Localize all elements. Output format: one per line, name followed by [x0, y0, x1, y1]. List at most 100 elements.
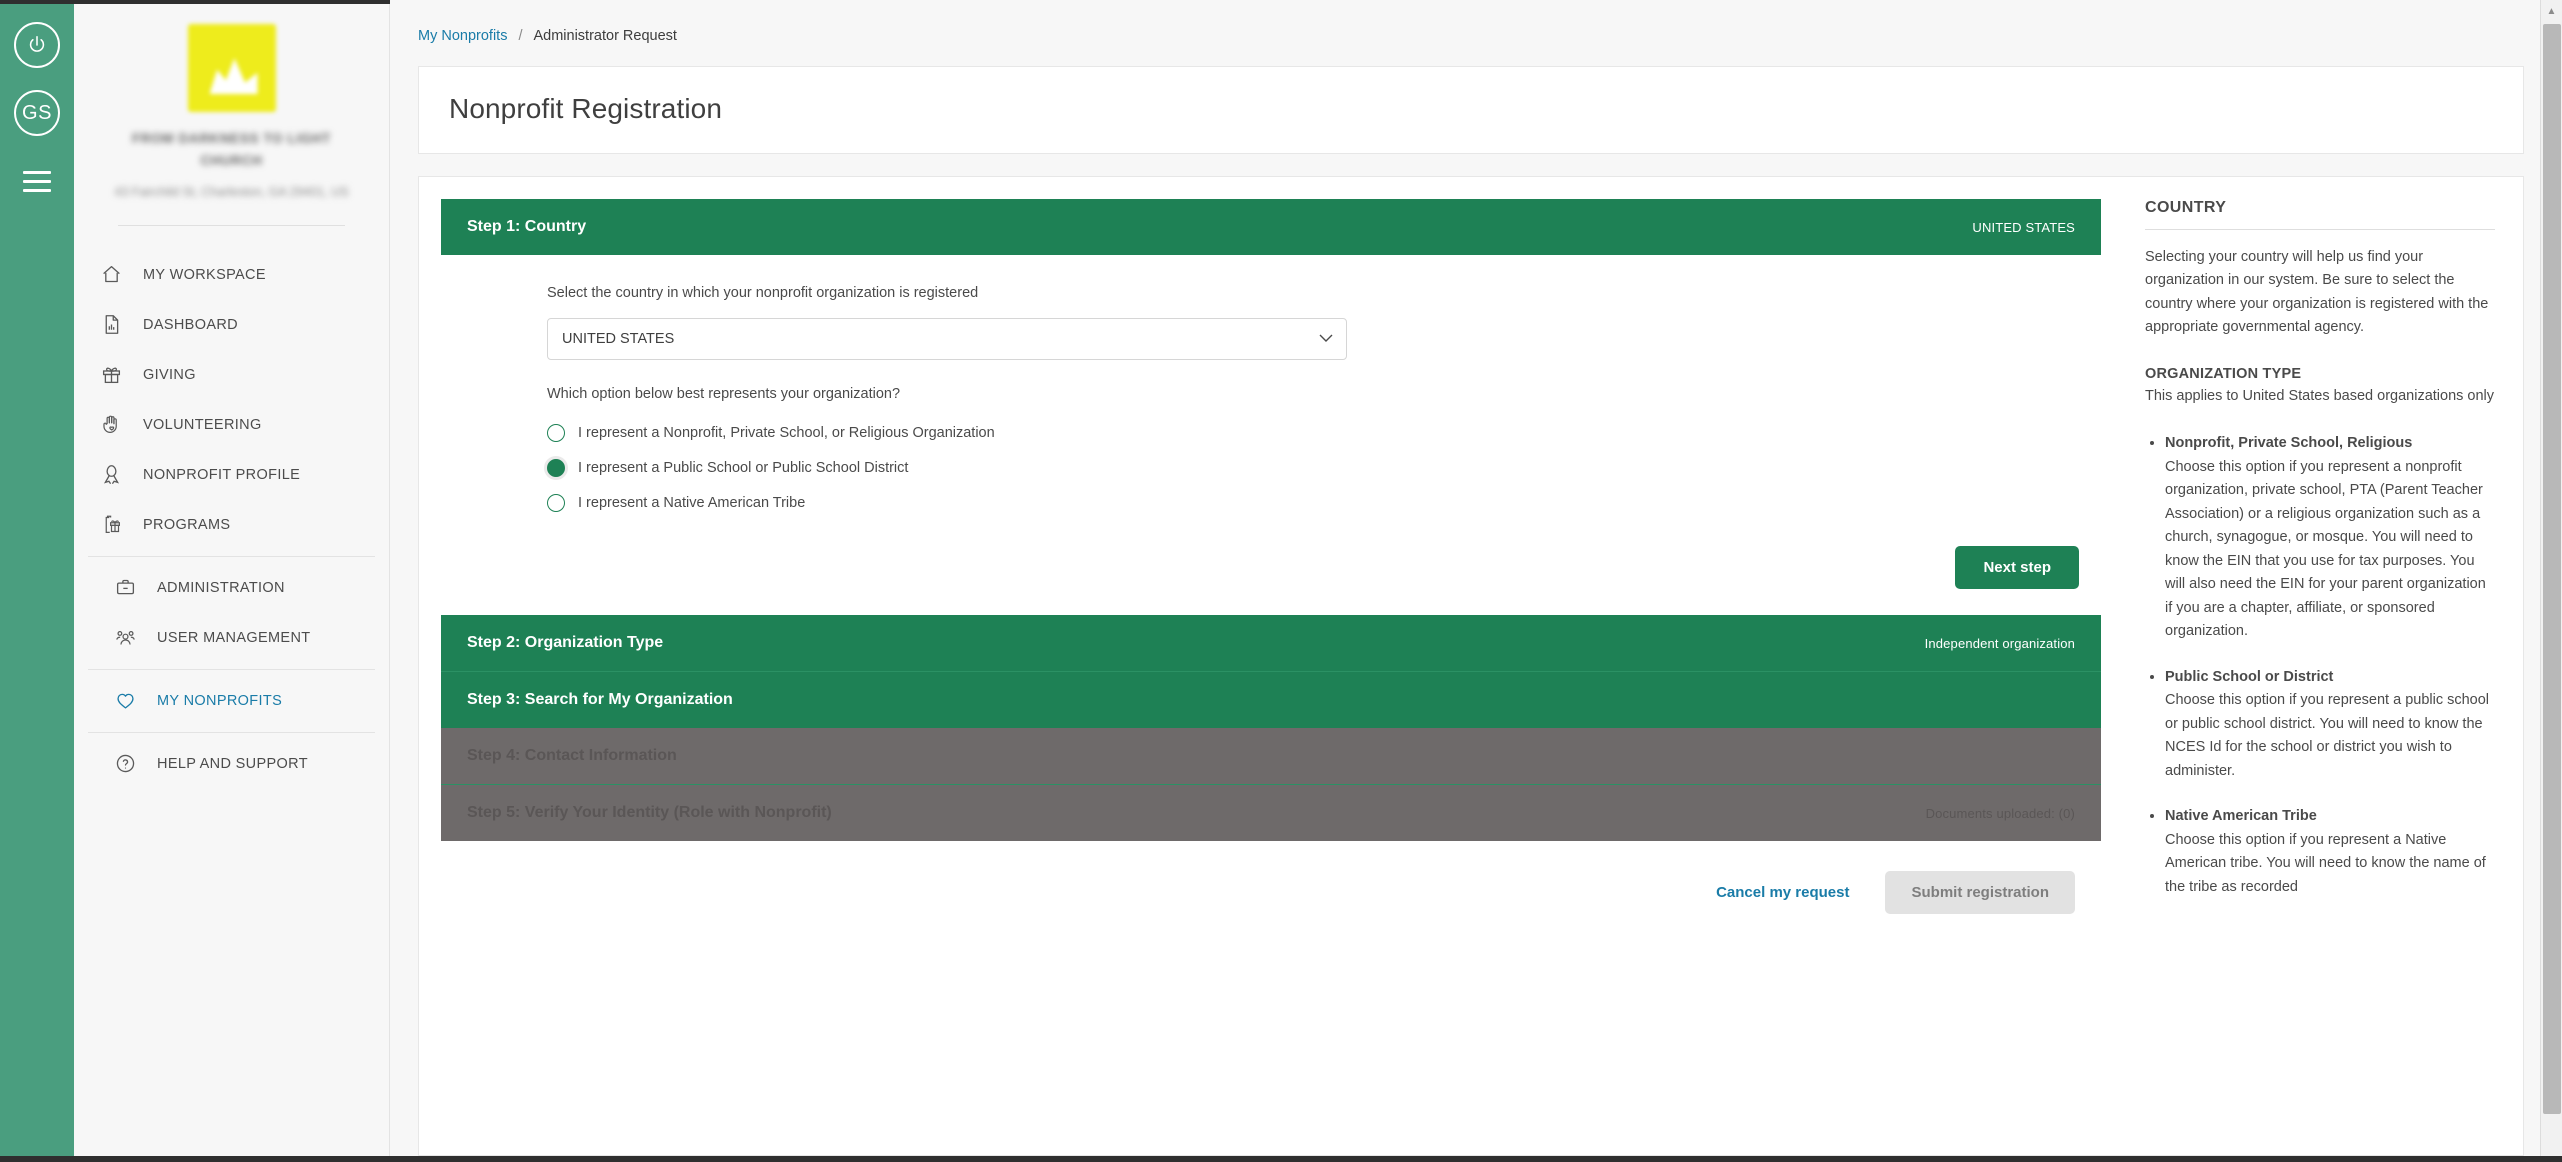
- step-5-meta: Documents uploaded: (0): [1925, 805, 2075, 821]
- country-prompt: Select the country in which your nonprof…: [547, 285, 979, 301]
- briefcase-icon: [114, 577, 136, 599]
- hand-heart-icon: [100, 414, 122, 436]
- sidebar-item-dashboard[interactable]: DASHBOARD: [74, 300, 389, 350]
- sidebar-item-label: GIVING: [143, 366, 196, 383]
- breadcrumb: My Nonprofits / Administrator Request: [390, 0, 2562, 44]
- ribbon-icon: [100, 464, 122, 486]
- sidebar-item-giving[interactable]: GIVING: [74, 350, 389, 400]
- clipboard-gift-icon: [100, 514, 122, 536]
- step-5-label: Step 5: Verify Your Identity (Role with …: [467, 804, 832, 821]
- radio-indicator[interactable]: [547, 494, 565, 512]
- next-step-row: Next step: [547, 512, 2101, 589]
- step-1-header[interactable]: Step 1: Country UNITED STATES: [441, 199, 2101, 255]
- help-orgtype-heading: ORGANIZATION TYPE: [2145, 365, 2302, 382]
- heart-icon: [114, 690, 136, 712]
- users-icon: [114, 627, 136, 649]
- sidebar-item-my-workspace[interactable]: MY WORKSPACE: [74, 250, 389, 300]
- step-2-meta: Independent organization: [1924, 635, 2075, 651]
- step-4-header: Step 4: Contact Information: [441, 728, 2101, 784]
- help-panel: COUNTRY Selecting your country will help…: [2123, 177, 2523, 1155]
- step-2-label: Step 2: Organization Type: [467, 634, 664, 651]
- sidebar-item-label: ADMINISTRATION: [157, 579, 285, 596]
- radio-option-public-school[interactable]: I represent a Public School or Public Sc…: [547, 459, 2101, 477]
- home-icon: [100, 264, 122, 286]
- organization-type-radio-group: I represent a Nonprofit, Private School,…: [547, 424, 2101, 512]
- radio-label: I represent a Native American Tribe: [578, 495, 806, 511]
- organization-block: FROM DARKNESS TO LIGHT CHURCH 43 Fairchi…: [74, 0, 389, 226]
- submit-registration-button: Submit registration: [1885, 871, 2075, 914]
- scroll-up-arrow-icon[interactable]: ▲: [2541, 0, 2562, 22]
- breadcrumb-current: Administrator Request: [533, 28, 677, 44]
- sidebar: FROM DARKNESS TO LIGHT CHURCH 43 Fairchi…: [74, 0, 390, 1162]
- radio-label: I represent a Public School or Public Sc…: [578, 460, 909, 476]
- organization-address: 43 Fairchild St, Charleston, GA 29401, U…: [114, 184, 349, 199]
- avatar[interactable]: GS: [14, 90, 60, 136]
- main-content: My Nonprofits / Administrator Request No…: [390, 0, 2562, 1162]
- registration-steps: Step 1: Country UNITED STATES Select the…: [419, 177, 2123, 1155]
- sidebar-group-help: HELP AND SUPPORT: [88, 731, 375, 795]
- country-select[interactable]: UNITED STATES: [547, 318, 1347, 360]
- help-bullet-text: Choose this option if you represent a pu…: [2165, 692, 2490, 779]
- sidebar-group-admin: ADMINISTRATION USER MANAGEMENT: [88, 555, 375, 669]
- hamburger-menu-icon[interactable]: [14, 158, 60, 204]
- radio-option-nonprofit[interactable]: I represent a Nonprofit, Private School,…: [547, 424, 2101, 442]
- sidebar-item-nonprofit-profile[interactable]: NONPROFIT PROFILE: [74, 450, 389, 500]
- form-actions: Cancel my request Submit registration: [441, 841, 2101, 938]
- question-circle-icon: [114, 753, 136, 775]
- step-5-header: Step 5: Verify Your Identity (Role with …: [441, 784, 2101, 841]
- app-rail: GS: [0, 0, 74, 1162]
- sidebar-item-programs[interactable]: PROGRAMS: [74, 500, 389, 550]
- breadcrumb-separator: /: [518, 28, 523, 44]
- sidebar-group-primary: MY WORKSPACE DASHBOARD GIVING VOLUNTEERI…: [74, 244, 389, 556]
- page-title-card: Nonprofit Registration: [418, 66, 2524, 154]
- help-bullet-title: Nonprofit, Private School, Religious: [2165, 435, 2413, 452]
- help-bullet-nonprofit: Nonprofit, Private School, Religious Cho…: [2165, 432, 2495, 643]
- sidebar-item-label: MY NONPROFITS: [157, 692, 283, 709]
- sidebar-item-label: USER MANAGEMENT: [157, 629, 311, 646]
- cancel-my-request-button[interactable]: Cancel my request: [1716, 884, 1849, 901]
- step-3-header[interactable]: Step 3: Search for My Organization: [441, 671, 2101, 728]
- help-country-text: Selecting your country will help us find…: [2145, 249, 2489, 336]
- help-bullet-text: Choose this option if you represent a Na…: [2165, 831, 2486, 895]
- registration-card: Step 1: Country UNITED STATES Select the…: [418, 176, 2524, 1156]
- country-select-wrapper: UNITED STATES: [547, 318, 1347, 360]
- help-bullet-native-american-tribe: Native American Tribe Choose this option…: [2165, 805, 2495, 899]
- next-step-button[interactable]: Next step: [1955, 546, 2079, 589]
- sidebar-item-volunteering[interactable]: VOLUNTEERING: [74, 400, 389, 450]
- step-4-label: Step 4: Contact Information: [467, 747, 677, 764]
- breadcrumb-link-my-nonprofits[interactable]: My Nonprofits: [418, 28, 507, 44]
- radio-label: I represent a Nonprofit, Private School,…: [578, 425, 995, 441]
- step-3-label: Step 3: Search for My Organization: [467, 691, 733, 708]
- report-icon: [100, 314, 122, 336]
- organization-question: Which option below best represents your …: [547, 386, 901, 402]
- radio-indicator[interactable]: [547, 424, 565, 442]
- sidebar-item-label: HELP AND SUPPORT: [157, 755, 308, 772]
- sidebar-item-administration[interactable]: ADMINISTRATION: [88, 563, 375, 613]
- sidebar-item-label: PROGRAMS: [143, 516, 231, 533]
- sidebar-item-label: NONPROFIT PROFILE: [143, 466, 301, 483]
- sidebar-item-help-and-support[interactable]: HELP AND SUPPORT: [88, 739, 375, 789]
- sidebar-item-label: DASHBOARD: [143, 316, 238, 333]
- help-bullet-list: Nonprofit, Private School, Religious Cho…: [2145, 432, 2495, 899]
- scrollbar-thumb[interactable]: [2543, 24, 2561, 1114]
- sidebar-item-label: MY WORKSPACE: [143, 266, 266, 283]
- app-window: GS FROM DARKNESS TO LIGHT CHURCH 43 Fair…: [0, 0, 2562, 1162]
- page-title: Nonprofit Registration: [449, 93, 722, 124]
- step-1-body: Select the country in which your nonprof…: [441, 255, 2101, 615]
- page-scrollbar[interactable]: ▲: [2540, 0, 2562, 1162]
- organization-logo: [187, 24, 276, 112]
- sidebar-item-my-nonprofits[interactable]: MY NONPROFITS: [88, 676, 375, 726]
- organization-name: FROM DARKNESS TO LIGHT CHURCH: [132, 131, 331, 169]
- help-bullet-title: Public School or District: [2165, 668, 2334, 685]
- sidebar-item-user-management[interactable]: USER MANAGEMENT: [88, 613, 375, 663]
- window-bottom-edge: [0, 1156, 2562, 1162]
- help-country-heading: COUNTRY: [2145, 199, 2495, 230]
- help-bullet-title: Native American Tribe: [2165, 808, 2317, 825]
- help-bullet-public-school: Public School or District Choose this op…: [2165, 666, 2495, 783]
- power-icon[interactable]: [14, 22, 60, 68]
- help-bullet-text: Choose this option if you represent a no…: [2165, 458, 2486, 640]
- radio-option-native-american-tribe[interactable]: I represent a Native American Tribe: [547, 494, 2101, 512]
- radio-indicator-selected[interactable]: [547, 459, 565, 477]
- step-2-header[interactable]: Step 2: Organization Type Independent or…: [441, 615, 2101, 671]
- sidebar-nav: MY WORKSPACE DASHBOARD GIVING VOLUNTEERI…: [74, 226, 389, 795]
